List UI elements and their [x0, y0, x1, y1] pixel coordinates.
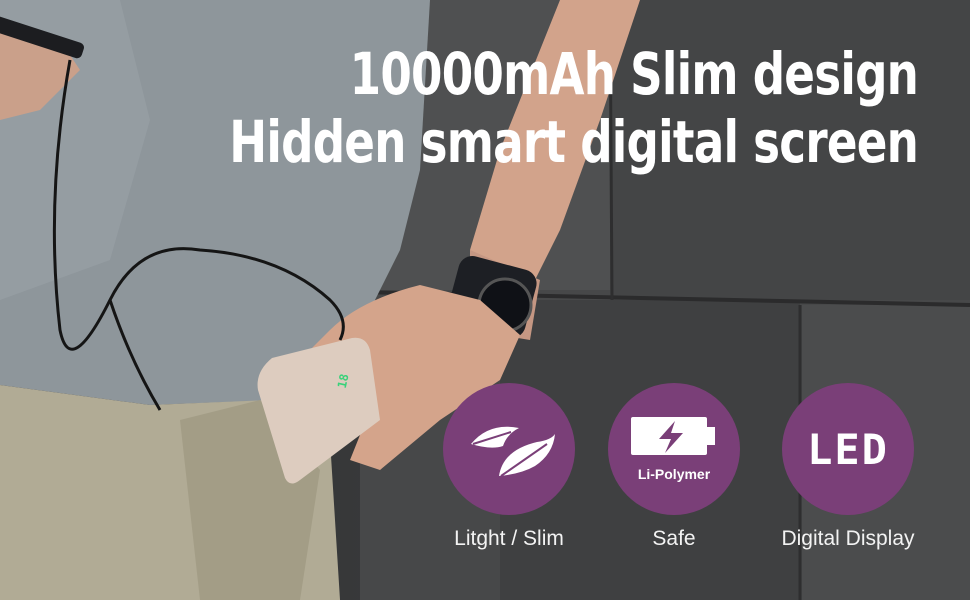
feature-digital-display: LED Digital Display	[763, 383, 933, 551]
headline-line-1: 10000mAh Slim design	[349, 40, 919, 108]
feather-icon	[471, 426, 555, 477]
device-display-readout: 18	[334, 372, 352, 390]
led-icon: LED	[807, 424, 889, 474]
headline-line-2: Hidden smart digital screen	[229, 108, 919, 176]
feature-label: Litght / Slim	[454, 527, 564, 550]
headline: 10000mAh Slim design Hidden smart digita…	[229, 40, 919, 176]
feature-badge	[443, 383, 575, 515]
feature-label: Digital Display	[781, 527, 915, 550]
battery-bolt-icon	[631, 417, 715, 455]
feature-badge: LED	[782, 383, 914, 515]
feature-label: Safe	[652, 527, 696, 550]
feature-safe: Li-Polymer Safe	[589, 383, 759, 551]
feature-badge: Li-Polymer	[608, 383, 740, 515]
li-polymer-text: Li-Polymer	[637, 466, 711, 482]
feature-light-slim: Litght / Slim	[424, 383, 594, 551]
